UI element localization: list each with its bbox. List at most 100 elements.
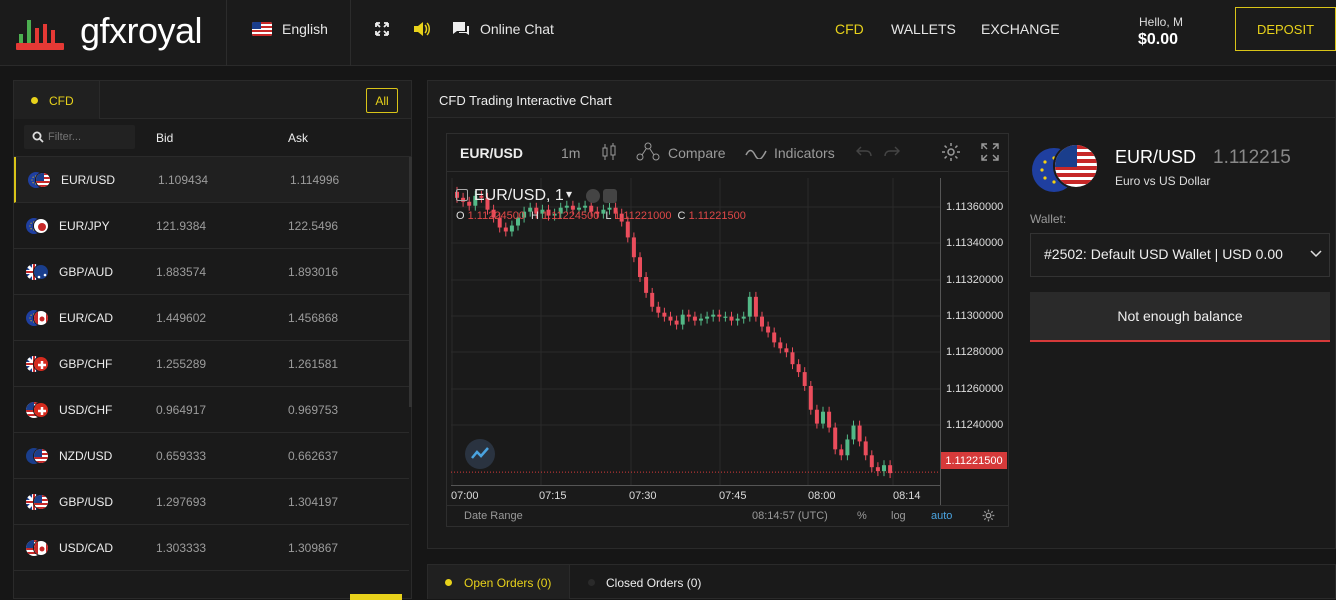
pair-flag-icon <box>33 402 49 418</box>
candle <box>790 352 795 365</box>
user-greeting[interactable]: Hello, M <box>1139 15 1183 29</box>
market-row[interactable]: NZD/USD 0.659333 0.662637 <box>14 433 409 479</box>
market-row[interactable]: EUR/CAD 1.449602 1.456868 <box>14 295 409 341</box>
pair-flag-icon <box>33 356 49 372</box>
indicators-icon[interactable] <box>745 145 767 159</box>
ask-value: 122.5496 <box>288 219 339 233</box>
candle <box>772 332 777 343</box>
language-selector[interactable]: English <box>282 21 328 37</box>
closed-orders-tab[interactable]: Closed Orders (0) <box>606 576 701 590</box>
ohlc-h-label: H <box>531 210 539 222</box>
logo-icon[interactable] <box>16 10 64 52</box>
bid-column-header[interactable]: Bid <box>156 131 173 145</box>
candle <box>766 326 771 333</box>
chart-settings-gear-icon[interactable] <box>982 509 995 522</box>
candles-icon[interactable] <box>601 143 617 161</box>
date-range-button[interactable]: Date Range <box>464 510 523 522</box>
online-chat-link[interactable]: Online Chat <box>480 21 554 37</box>
redo-icon[interactable] <box>884 145 900 159</box>
market-row[interactable]: USD/CHF 0.964917 0.969753 <box>14 387 409 433</box>
settings-gear-icon[interactable] <box>941 142 961 162</box>
undo-icon[interactable] <box>856 145 872 159</box>
fullscreen-icon[interactable] <box>375 22 389 36</box>
log-toggle[interactable]: log <box>891 510 906 522</box>
percent-toggle[interactable]: % <box>857 510 867 522</box>
divider <box>226 0 227 66</box>
x-tick-label: 07:00 <box>451 490 479 502</box>
market-row[interactable]: EUR/JPY 121.9384 122.5496 <box>14 203 409 249</box>
legend-symbol[interactable]: EUR/USD, 1 <box>474 187 564 205</box>
candle <box>729 316 734 321</box>
y-tick-label: 1.11360000 <box>946 201 1004 213</box>
candle <box>509 225 514 232</box>
instrument-pair: EUR/USD <box>1115 147 1197 167</box>
scrollbar[interactable] <box>409 157 412 407</box>
chevron-down-icon <box>1310 250 1322 258</box>
open-orders-label: Open Orders (0) <box>464 576 552 590</box>
pair-flag-icon <box>33 540 49 556</box>
legend-dropdown-icon[interactable]: ▾ <box>566 187 572 201</box>
bid-value: 1.255289 <box>156 357 207 371</box>
candle <box>851 425 856 440</box>
top-bar: gfxroyal English Online Chat CFD WALLETS… <box>0 0 1336 66</box>
market-row[interactable]: GBP/AUD 1.883574 1.893016 <box>14 249 409 295</box>
candle <box>705 316 710 319</box>
chart-fullscreen-icon[interactable] <box>981 143 999 161</box>
candle <box>583 205 588 208</box>
deposit-button[interactable]: DEPOSIT <box>1235 7 1336 51</box>
ohlc-open: 1.11224500 <box>467 210 525 222</box>
y-tick-label: 1.11320000 <box>946 274 1004 286</box>
sound-icon[interactable] <box>413 21 431 37</box>
pair-name: EUR/CAD <box>59 311 114 325</box>
candle <box>680 314 685 325</box>
utc-time[interactable]: 08:14:57 (UTC) <box>752 510 828 522</box>
indicators-button[interactable]: Indicators <box>774 145 835 161</box>
instrument-price: 1.112215 <box>1213 147 1291 168</box>
pair-flag-icon <box>33 494 49 510</box>
all-button[interactable]: All <box>366 88 398 113</box>
tradingview-logo-icon[interactable] <box>465 439 495 469</box>
legend-settings-icon[interactable] <box>603 189 617 203</box>
pair-flag-icon <box>33 310 49 326</box>
nav-exchange[interactable]: EXCHANGE <box>981 21 1060 37</box>
candle <box>882 465 886 472</box>
candle <box>808 385 813 410</box>
divider <box>447 505 1008 506</box>
chart-symbol-button[interactable]: EUR/USD <box>460 145 523 161</box>
not-enough-balance-button[interactable]: Not enough balance <box>1030 292 1330 342</box>
legend-checkbox-icon[interactable] <box>456 189 468 201</box>
instrument-description: Euro vs US Dollar <box>1115 174 1211 188</box>
ask-column-header[interactable]: Ask <box>288 131 308 145</box>
legend-eye-icon[interactable] <box>586 189 600 203</box>
candle <box>662 312 667 317</box>
market-row[interactable]: GBP/USD 1.297693 1.304197 <box>14 479 409 525</box>
candle <box>564 205 569 208</box>
ohlc-l-label: L <box>605 210 612 222</box>
nav-cfd[interactable]: CFD <box>835 21 864 37</box>
candle <box>503 227 508 232</box>
yellow-button-partial[interactable] <box>350 594 402 600</box>
candle <box>857 425 862 442</box>
brand-name[interactable]: gfxroyal <box>80 10 203 52</box>
pair-name: EUR/USD <box>61 173 116 187</box>
candle <box>784 348 789 353</box>
price-chart-plot[interactable] <box>451 178 941 506</box>
pair-name: GBP/AUD <box>59 265 114 279</box>
nav-wallets[interactable]: WALLETS <box>891 21 956 37</box>
interval-button[interactable]: 1m <box>561 145 580 161</box>
candle <box>692 316 697 321</box>
bid-value: 0.964917 <box>156 403 207 417</box>
market-row[interactable]: GBP/CHF 1.255289 1.261581 <box>14 341 409 387</box>
compare-button[interactable]: Compare <box>668 145 726 161</box>
ohlc-c-label: C <box>677 210 686 222</box>
market-row[interactable]: USD/CAD 1.303333 1.309867 <box>14 525 409 571</box>
compare-icon[interactable] <box>636 142 660 162</box>
y-tick-label: 1.11340000 <box>946 237 1004 249</box>
chat-icon[interactable] <box>452 21 470 37</box>
auto-toggle[interactable]: auto <box>931 510 952 522</box>
ask-value: 0.662637 <box>288 449 339 463</box>
filter-input[interactable] <box>48 129 128 145</box>
market-row[interactable]: EUR/USD 1.109434 1.114996 <box>14 157 409 203</box>
candle <box>802 372 807 386</box>
candle <box>833 427 838 450</box>
